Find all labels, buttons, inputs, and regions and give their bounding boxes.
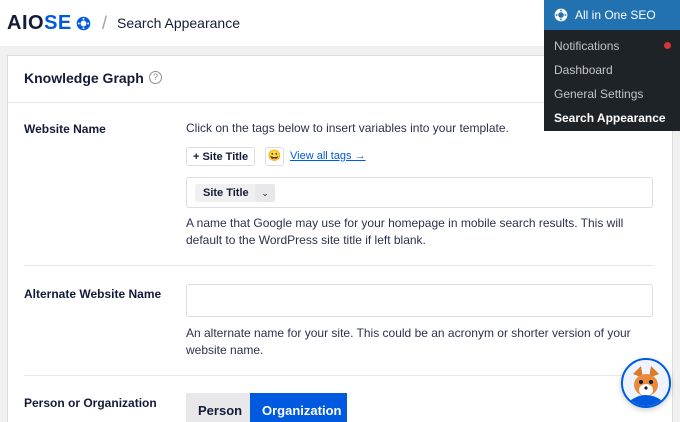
site-title-tag-label: Site Title (202, 150, 249, 163)
logo-se: SE (44, 12, 72, 34)
logo-aio: AIO (7, 12, 45, 34)
website-name-input[interactable]: Site Title ⌄ (186, 177, 653, 208)
admin-menu-header[interactable]: All in One SEO (544, 0, 680, 30)
site-title-tag-button[interactable]: + Site Title (186, 147, 256, 166)
mascot-icon[interactable] (621, 358, 671, 408)
aioseo-logo[interactable]: AIO SE (7, 12, 92, 35)
help-icon[interactable]: ? (149, 71, 162, 84)
admin-item-dashboard[interactable]: Dashboard (554, 63, 613, 77)
admin-item-search-appearance[interactable]: Search Appearance (554, 111, 666, 125)
person-option-button[interactable]: Person (186, 393, 250, 422)
admin-submenu: All in One SEO Notifications Dashboard G… (544, 0, 680, 131)
card-title: Knowledge Graph (24, 70, 144, 86)
notification-dot (664, 42, 671, 49)
mascot-drawing (623, 360, 669, 406)
alternate-name-description-line2: website name. (186, 343, 264, 357)
view-all-tags-link[interactable]: View all tags → (290, 150, 366, 162)
admin-menu-title: All in One SEO (575, 8, 656, 22)
admin-item-notifications[interactable]: Notifications (554, 39, 619, 53)
divider (24, 265, 654, 266)
breadcrumb: Search Appearance (117, 15, 240, 31)
alternate-name-description-line1: An alternate name for your site. This co… (186, 326, 631, 340)
divider (24, 375, 654, 376)
tags-hint: Click on the tags below to insert variab… (186, 121, 509, 135)
emoji-icon[interactable]: 😀 (265, 147, 284, 166)
site-title-chip[interactable]: Site Title (195, 184, 257, 202)
website-name-description-line2: default to the WordPress site title if l… (186, 233, 426, 247)
alternate-website-name-input[interactable] (186, 284, 653, 317)
alternate-website-name-label: Alternate Website Name (24, 287, 162, 301)
website-name-description-line1: A name that Google may use for your home… (186, 216, 624, 230)
website-name-label: Website Name (24, 122, 106, 136)
aioseo-admin-icon (554, 8, 568, 22)
plus-icon: + (193, 150, 200, 163)
organization-option-button[interactable]: Organization (250, 393, 347, 422)
person-or-organization-label: Person or Organization (24, 396, 157, 410)
aioseo-cog-icon (76, 16, 91, 31)
admin-item-general-settings[interactable]: General Settings (554, 87, 643, 101)
chevron-down-icon[interactable]: ⌄ (255, 184, 275, 202)
breadcrumb-separator: / (102, 13, 108, 33)
